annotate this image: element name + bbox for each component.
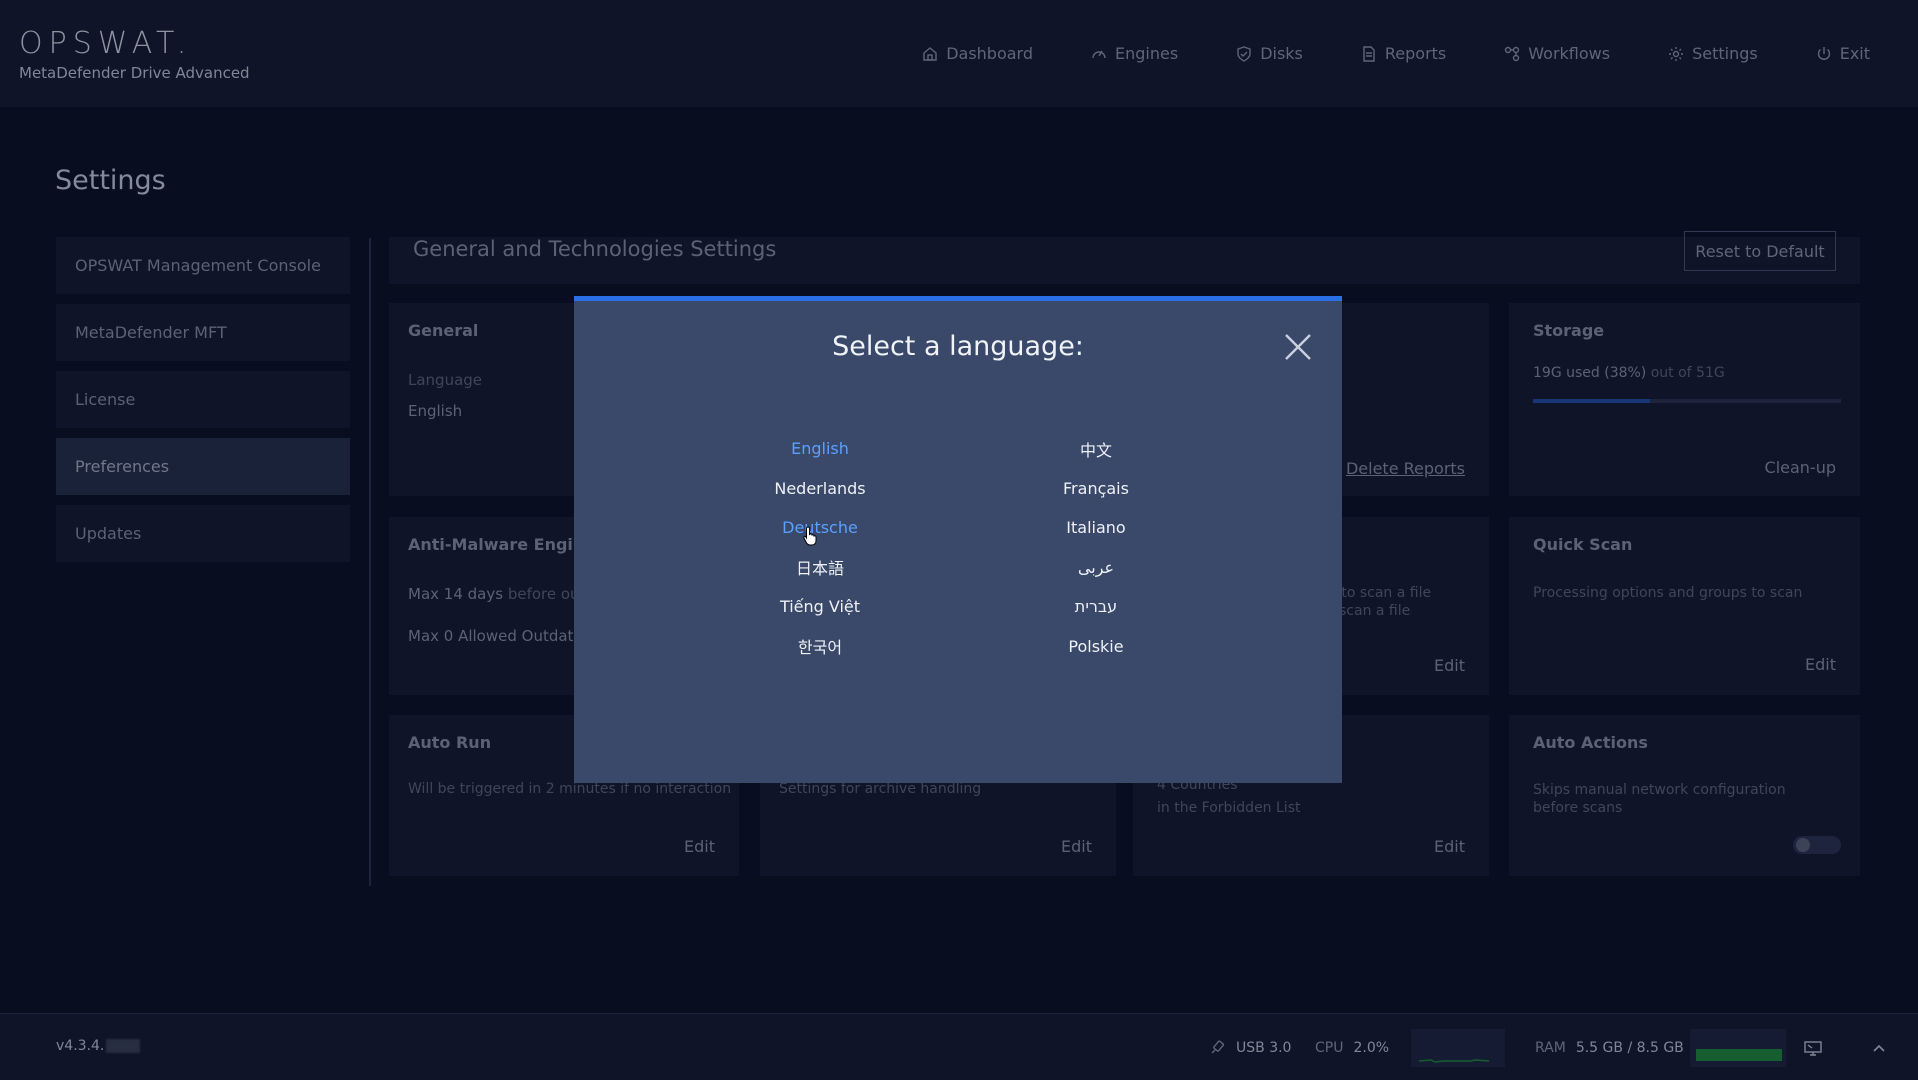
language-option-korean[interactable]: 한국어	[682, 627, 958, 667]
language-option-french[interactable]: Français	[958, 469, 1234, 509]
language-option-polish[interactable]: Polskie	[958, 627, 1234, 667]
language-option-vietnamese[interactable]: Tiếng Việt	[682, 587, 958, 627]
language-option-english[interactable]: English	[682, 429, 958, 469]
language-dialog: Select a language: English 中文 Nederlands…	[574, 296, 1342, 783]
language-list: English 中文 Nederlands Français Deutsche …	[682, 429, 1234, 666]
hand-cursor-icon	[803, 526, 819, 546]
language-option-german[interactable]: Deutsche	[682, 508, 958, 548]
language-option-arabic[interactable]: عربى	[958, 548, 1234, 588]
language-option-dutch[interactable]: Nederlands	[682, 469, 958, 509]
dialog-title: Select a language:	[832, 331, 1084, 362]
language-option-hebrew[interactable]: עברית	[958, 587, 1234, 627]
close-icon[interactable]	[1280, 329, 1316, 365]
language-option-italian[interactable]: Italiano	[958, 508, 1234, 548]
language-option-chinese[interactable]: 中文	[958, 429, 1234, 469]
language-option-japanese[interactable]: 日本語	[682, 548, 958, 588]
